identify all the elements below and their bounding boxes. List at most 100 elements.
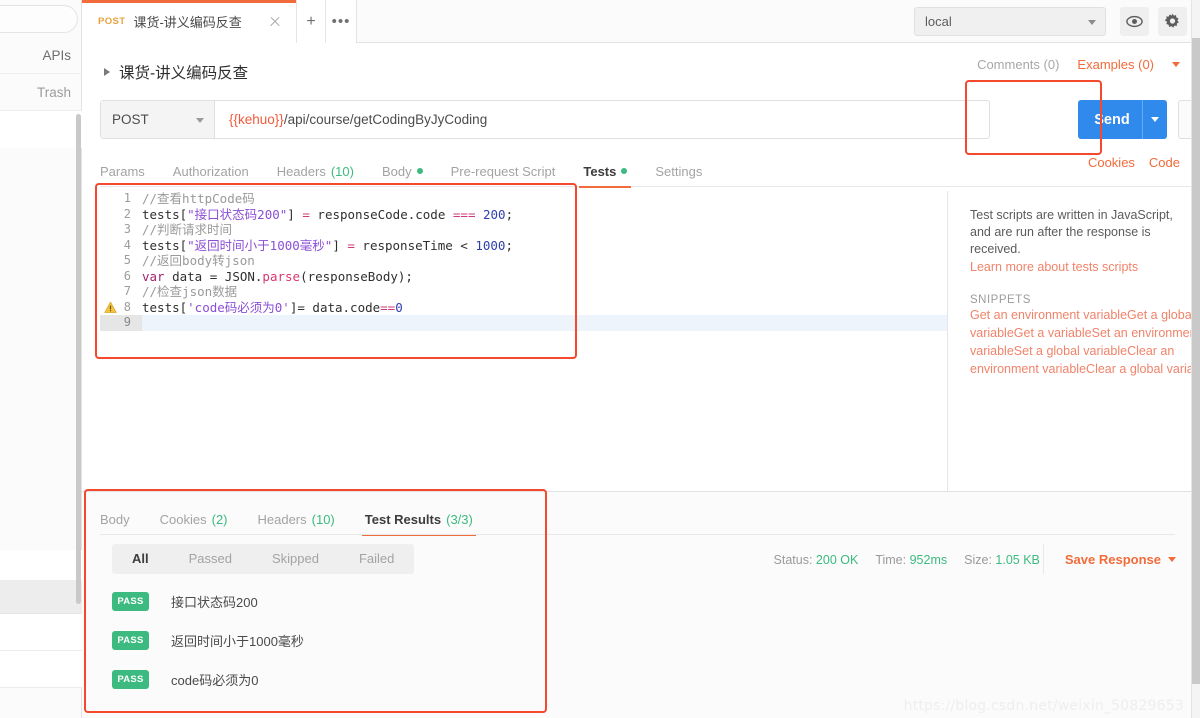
chevron-down-icon — [1151, 117, 1159, 122]
code-line[interactable]: 8 tests['code码必须为0']= data.code==0 — [100, 300, 947, 316]
sidebar-search-input[interactable] — [0, 5, 78, 33]
send-options-button[interactable] — [1143, 117, 1167, 122]
postman-window: APIs Trash POST 课货-讲义编码反查 + ••• local 课货… — [0, 0, 1200, 718]
response-tab-cookies[interactable]: Cookies (2) — [145, 504, 243, 534]
sidebar-item-label: APIs — [42, 47, 71, 63]
snippet-item[interactable]: Clear a global variable — [1086, 362, 1200, 376]
comments-link[interactable]: Comments (0) — [977, 57, 1059, 72]
tab-label: Authorization — [172, 163, 249, 179]
code-line[interactable]: 4 tests["返回时间小于1000毫秒"] = responseTime < … — [100, 238, 947, 254]
sidebar-item-apis[interactable]: APIs — [0, 37, 82, 74]
learn-more-link[interactable]: Learn more about tests scripts — [970, 260, 1200, 274]
request-tab-body[interactable]: Body — [368, 155, 437, 187]
line-number: 3 — [123, 222, 131, 236]
response-panel: Body Cookies (2) Headers (10) Test Results (3/… — [82, 491, 1192, 718]
response-tab-test-results[interactable]: Test Results (3/3) — [350, 504, 488, 536]
tab-count: (10) — [330, 163, 354, 179]
response-tab-headers[interactable]: Headers (10) — [243, 504, 350, 534]
environment-selected-label: local — [925, 14, 952, 29]
line-number: 2 — [123, 206, 131, 221]
snippet-item[interactable]: Set a global variable — [1014, 344, 1127, 358]
examples-link[interactable]: Examples (0) — [1077, 57, 1154, 72]
save-response-label: Save Response — [1064, 552, 1161, 567]
request-tab-strip: POST 课货-讲义编码反查 + ••• — [82, 0, 357, 43]
left-sidebar: APIs Trash — [0, 0, 82, 718]
chevron-right-icon[interactable] — [104, 67, 110, 76]
tests-code-editor[interactable]: 1 //查看httpCode码 2 tests["接口状态码200"] = respo… — [100, 191, 948, 531]
watermark: https://blog.csdn.net/weixin_50829653 — [903, 698, 1184, 714]
environment-quick-look-button[interactable] — [1120, 7, 1149, 36]
request-tab-headers[interactable]: Headers (10) — [263, 155, 368, 187]
code-line[interactable]: 2 tests["接口状态码200"] = responseCode.code =… — [100, 207, 947, 223]
request-tab-params[interactable]: Params — [100, 155, 159, 187]
filter-passed[interactable]: Passed — [169, 544, 252, 574]
snippets-description: Test scripts are written in JavaScript, … — [970, 208, 1173, 256]
code-line[interactable]: 1 //查看httpCode码 — [100, 191, 947, 207]
new-tab-button[interactable]: + — [297, 0, 326, 43]
code-line[interactable]: 5 //返回body转json — [100, 253, 947, 269]
request-tab-tests[interactable]: Tests — [569, 155, 641, 188]
url-variable: {{kehuo}} — [229, 112, 284, 127]
response-tabs-divider — [100, 534, 1175, 535]
send-button-label: Send — [1094, 111, 1130, 128]
chevron-down-icon — [1168, 557, 1176, 562]
modified-indicator-dot — [621, 168, 628, 174]
sidebar-highlighted-row[interactable] — [0, 580, 82, 614]
tab-label: Headers — [276, 163, 326, 179]
page-scrollbar-thumb[interactable] — [1192, 38, 1200, 684]
request-tab-settings[interactable]: Settings — [641, 155, 716, 187]
http-method-select[interactable]: POST — [101, 101, 215, 138]
cookies-code-links: Cookies Code — [1088, 155, 1180, 170]
response-tab-body[interactable]: Body — [100, 504, 145, 534]
code-line[interactable]: 7 //检查json数据 — [100, 284, 947, 300]
size-label: Size: — [964, 552, 992, 567]
send-button[interactable]: Send — [1078, 100, 1167, 139]
http-method-value: POST — [112, 112, 149, 127]
warning-icon — [104, 301, 117, 314]
code-text: //查看httpCode码 — [142, 191, 255, 206]
snippet-item[interactable]: Get a variable — [1014, 326, 1092, 340]
line-number: 5 — [123, 253, 131, 267]
request-tab-authorization[interactable]: Authorization — [159, 155, 263, 187]
code-text: //检查json数据 — [142, 284, 238, 299]
sidebar-blank-row — [0, 111, 82, 148]
sidebar-item-trash[interactable]: Trash — [0, 74, 82, 111]
code-link[interactable]: Code — [1149, 155, 1180, 170]
cookies-link[interactable]: Cookies — [1088, 155, 1135, 170]
line-number: 1 — [123, 191, 131, 205]
filter-failed[interactable]: Failed — [339, 544, 414, 574]
sidebar-item-label: Trash — [36, 84, 71, 100]
request-tab-pre-request-script[interactable]: Pre-request Script — [437, 155, 570, 187]
code-line[interactable]: 6 var data = JSON.parse(responseBody); — [100, 269, 947, 285]
test-result-row: PASS 接口状态码200 — [112, 592, 258, 611]
tab-label: Tests — [583, 163, 617, 179]
test-result-name: 接口状态码200 — [171, 595, 258, 610]
url-input[interactable]: {{kehuo}}/api/course/getCodingByJyCoding — [215, 101, 989, 138]
test-result-name: code码必须为0 — [171, 673, 259, 688]
top-bar: POST 课货-讲义编码反查 + ••• local — [82, 0, 1200, 43]
snippet-item[interactable]: Get an environment variable — [970, 308, 1127, 322]
close-icon[interactable] — [266, 13, 284, 31]
more-tabs-button[interactable]: ••• — [326, 0, 357, 43]
environment-selector[interactable]: local — [914, 7, 1106, 36]
settings-button[interactable] — [1158, 7, 1187, 36]
size-value: 1.05 KB — [995, 552, 1040, 567]
sidebar-scrollbar[interactable] — [76, 114, 81, 604]
tab-count: (10) — [311, 511, 335, 527]
line-number: 6 — [123, 268, 131, 283]
comments-examples-row: Comments (0) Examples (0) — [977, 57, 1180, 72]
snippets-list: Get an environment variableGet a global … — [970, 306, 1200, 378]
filter-all[interactable]: All — [112, 544, 169, 574]
time-label: Time: — [875, 552, 907, 567]
filter-skipped[interactable]: Skipped — [252, 544, 339, 574]
code-line[interactable]: 3 //判断请求时间 — [100, 222, 947, 238]
tab-label: Body — [381, 163, 412, 179]
code-line[interactable]: 9 — [100, 315, 947, 331]
save-response-button[interactable]: Save Response — [1065, 552, 1176, 567]
modified-indicator-dot — [416, 168, 423, 174]
chevron-down-icon[interactable] — [1172, 62, 1180, 67]
code-lines[interactable]: 1 //查看httpCode码 2 tests["接口状态码200"] = respo… — [100, 191, 947, 531]
request-tab[interactable]: POST 课货-讲义编码反查 — [82, 0, 297, 43]
test-result-row: PASS 返回时间小于1000毫秒 — [112, 631, 304, 650]
status-badge: PASS — [112, 592, 149, 611]
